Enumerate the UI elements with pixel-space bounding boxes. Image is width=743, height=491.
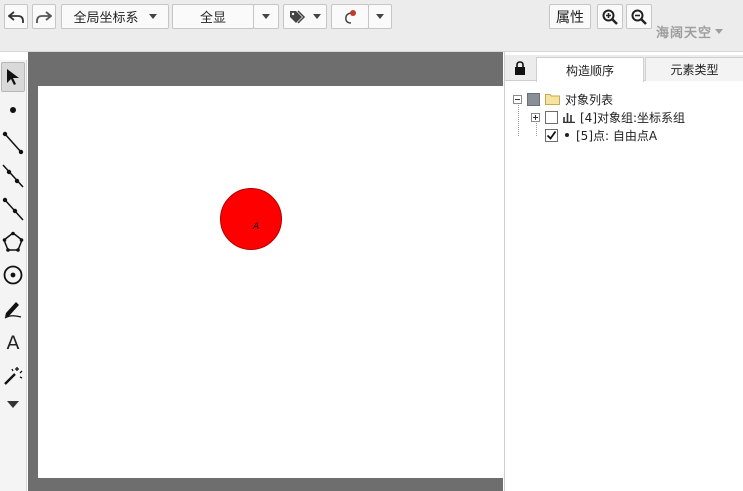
properties-button[interactable]: 属性 — [549, 4, 591, 29]
zoom-in-icon — [602, 9, 618, 25]
view-mode-button[interactable]: 全显 — [172, 4, 254, 29]
tag-icon — [290, 9, 306, 24]
tool-text[interactable]: A — [1, 328, 25, 358]
tool-ray[interactable] — [1, 194, 25, 224]
tool-circle[interactable] — [1, 260, 25, 290]
coordinate-system-dropdown[interactable]: 全局坐标系 — [61, 4, 169, 29]
tool-palette: A — [0, 60, 27, 491]
tool-segment[interactable] — [1, 128, 25, 158]
tree-root[interactable]: 对象列表 — [513, 90, 613, 108]
expand-icon[interactable] — [531, 112, 540, 122]
redo-button[interactable] — [32, 4, 56, 29]
tab-construction-order[interactable]: 构造顺序 — [536, 57, 644, 82]
root-checkbox[interactable] — [527, 92, 540, 106]
arrow-pointer-icon — [7, 69, 19, 85]
pen-icon — [4, 302, 22, 319]
tree-item-label: [5]点: 自由点A — [576, 128, 658, 143]
coordinate-system-label: 全局坐标系 — [73, 11, 139, 26]
zoom-out-button[interactable] — [626, 4, 652, 29]
text-icon: A — [6, 332, 20, 354]
properties-label: 属性 — [556, 9, 584, 26]
magic-wand-icon — [4, 367, 23, 385]
item-checkbox-checked[interactable] — [545, 128, 558, 142]
view-mode-dropdown-toggle[interactable] — [253, 4, 279, 29]
line-icon — [2, 164, 24, 188]
circle-icon — [3, 265, 23, 285]
chevron-down-icon — [715, 29, 724, 34]
collapse-icon[interactable] — [513, 94, 522, 104]
panel-tab-bar: 构造顺序 元素类型 — [505, 55, 743, 82]
tree-item-free-point[interactable]: [5]点: 自由点A — [545, 126, 657, 144]
chevron-down-icon — [376, 14, 384, 19]
chevron-down-icon — [148, 14, 157, 19]
chevron-down-icon — [313, 14, 321, 19]
tool-line[interactable] — [1, 161, 25, 191]
zoom-out-icon — [631, 9, 647, 25]
check-icon — [546, 130, 557, 140]
view-mode-label: 全显 — [199, 11, 226, 26]
tool-point[interactable] — [1, 95, 25, 125]
item-checkbox[interactable] — [545, 110, 558, 124]
folder-icon — [545, 94, 560, 105]
tree-item-coordinate-group[interactable]: [4]对象组:坐标系组 — [531, 108, 685, 126]
tab-construction-order-label: 构造顺序 — [565, 63, 614, 78]
brand-label: 海阔天空 — [656, 26, 713, 41]
tab-element-type[interactable]: 元素类型 — [645, 57, 743, 81]
ray-icon — [2, 197, 24, 221]
dot-icon — [565, 133, 569, 137]
tab-element-type-label: 元素类型 — [670, 63, 719, 77]
chevron-down-icon — [262, 14, 270, 19]
drawing-canvas[interactable] — [38, 86, 503, 478]
undo-button[interactable] — [4, 4, 28, 29]
polygon-icon — [2, 231, 24, 252]
trace-dropdown-toggle[interactable] — [368, 4, 392, 29]
lock-icon — [515, 61, 525, 75]
tree-item-label: [4]对象组:坐标系组 — [580, 110, 686, 125]
tool-more[interactable] — [1, 392, 25, 416]
chart-icon — [563, 113, 575, 123]
tool-polygon[interactable] — [1, 227, 25, 257]
tool-select[interactable] — [1, 62, 25, 92]
tool-magic[interactable] — [1, 361, 25, 391]
lock-button[interactable] — [507, 57, 533, 79]
object-panel: 构造顺序 元素类型 对象列表 [4]对象组:坐标系组 [5]点: 自由点A — [504, 52, 743, 491]
trace-point-icon — [345, 9, 356, 24]
redo-icon — [36, 10, 52, 23]
brand-menu[interactable]: 海阔天空 — [656, 22, 724, 41]
undo-icon — [8, 10, 24, 23]
caret-down-icon — [7, 400, 19, 408]
tree-root-label: 对象列表 — [565, 92, 614, 107]
tool-pen[interactable] — [1, 294, 25, 324]
label-style-dropdown[interactable] — [283, 4, 327, 29]
point-icon — [10, 107, 16, 113]
trace-button[interactable] — [331, 4, 369, 29]
point-a-label: A — [253, 222, 260, 232]
free-point-a[interactable] — [220, 188, 282, 250]
segment-icon — [2, 131, 24, 155]
top-toolbar: 全局坐标系 全显 属性 海阔天空 — [0, 0, 743, 52]
zoom-in-button[interactable] — [597, 4, 623, 29]
